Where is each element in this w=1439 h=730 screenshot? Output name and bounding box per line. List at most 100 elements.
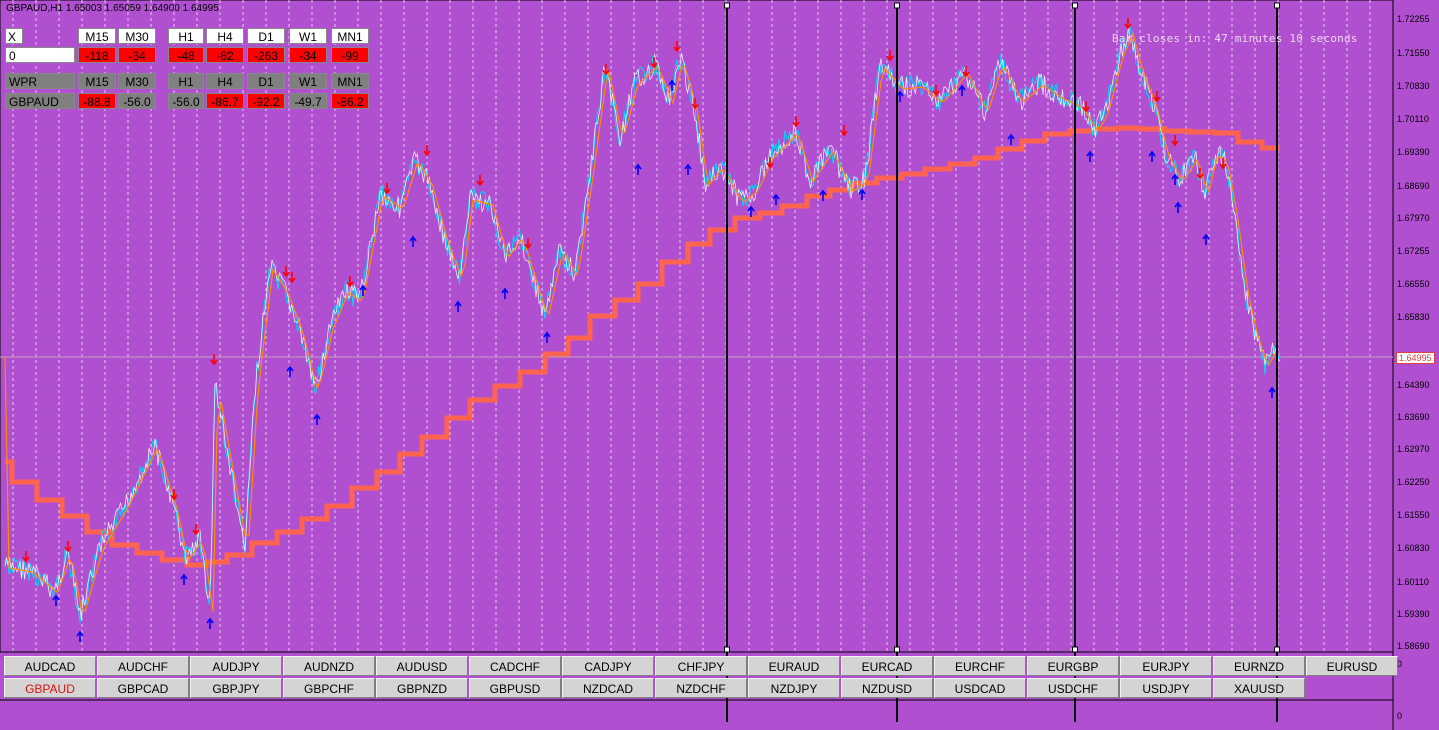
- panel1-corner[interactable]: X: [5, 28, 23, 44]
- sell-arrow-icon: [932, 85, 940, 97]
- panel1-value-w1: -34: [289, 47, 327, 63]
- panel1-header-h1[interactable]: H1: [168, 28, 204, 44]
- sell-arrow-icon: [840, 125, 848, 137]
- symbol-button-usdjpy[interactable]: USDJPY: [1120, 678, 1212, 698]
- panel1-header-m15[interactable]: M15: [78, 28, 116, 44]
- symbol-button-gbpcad[interactable]: GBPCAD: [97, 678, 189, 698]
- symbol-button-eurusd[interactable]: EURUSD: [1306, 656, 1398, 676]
- buy-arrow-icon: [501, 287, 509, 299]
- symbol-button-gbpusd[interactable]: GBPUSD: [469, 678, 561, 698]
- sell-arrow-icon: [22, 551, 30, 563]
- panel1-header-w1[interactable]: W1: [289, 28, 327, 44]
- vertical-marker-handle: [1274, 2, 1280, 9]
- symbol-button-nzdcad[interactable]: NZDCAD: [562, 678, 654, 698]
- price-axis-label: 1.58690: [1397, 641, 1430, 651]
- symbol-button-nzdjpy[interactable]: NZDJPY: [748, 678, 840, 698]
- buy-arrow-icon: [454, 300, 462, 312]
- panel2-header-h1: H1: [168, 73, 204, 89]
- price-axis-label: 1.67970: [1397, 213, 1430, 223]
- symbol-button-audcad[interactable]: AUDCAD: [4, 656, 96, 676]
- sell-arrow-icon: [383, 183, 391, 195]
- sell-arrow-icon: [673, 41, 681, 53]
- buy-arrow-icon: [180, 573, 188, 585]
- symbol-button-eurcad[interactable]: EURCAD: [841, 656, 933, 676]
- buy-arrow-icon: [634, 163, 642, 175]
- symbol-button-gbpnzd[interactable]: GBPNZD: [376, 678, 468, 698]
- panel2-value-m30: -56.0: [118, 93, 156, 109]
- price-axis-label: 1.70110: [1397, 114, 1429, 124]
- symbol-button-eurgbp[interactable]: EURGBP: [1027, 656, 1119, 676]
- price-axis-label: 1.68690: [1397, 181, 1430, 191]
- panel2-value-h4: -86.7: [206, 93, 244, 109]
- symbol-button-euraud[interactable]: EURAUD: [748, 656, 840, 676]
- buy-arrow-icon: [1174, 201, 1182, 213]
- symbol-button-eurjpy[interactable]: EURJPY: [1120, 656, 1212, 676]
- vertical-marker-handle: [1072, 646, 1078, 653]
- current-price-label: 1.64995: [1396, 352, 1435, 364]
- panel1-header-h4[interactable]: H4: [206, 28, 244, 44]
- panel1-header-mn1[interactable]: MN1: [331, 28, 369, 44]
- symbol-button-usdcad[interactable]: USDCAD: [934, 678, 1026, 698]
- buy-arrow-icon: [1086, 150, 1094, 162]
- panel2-header-h4: H4: [206, 73, 244, 89]
- buy-arrow-icon: [772, 193, 780, 205]
- sell-arrow-icon: [423, 145, 431, 157]
- buy-arrow-icon: [286, 365, 294, 377]
- buy-arrow-icon: [1148, 150, 1156, 162]
- panel2-value-m15: -88.8: [78, 93, 116, 109]
- panel1-value-h4: -82: [206, 47, 244, 63]
- panel2-header-w1: W1: [289, 73, 327, 89]
- buy-arrow-icon: [206, 617, 214, 629]
- sell-arrow-icon: [792, 116, 800, 128]
- price-axis-label: 1.63690: [1397, 412, 1430, 422]
- symbol-button-chfjpy[interactable]: CHFJPY: [655, 656, 747, 676]
- symbol-button-nzdusd[interactable]: NZDUSD: [841, 678, 933, 698]
- indicator-tick-bottom: 0: [1397, 711, 1403, 721]
- buy-arrow-icon: [52, 594, 60, 606]
- panel1-header-d1[interactable]: D1: [247, 28, 285, 44]
- vertical-marker-handle: [1274, 646, 1280, 653]
- price-axis-label: 1.59390: [1397, 609, 1430, 619]
- sell-arrow-icon: [476, 175, 484, 187]
- sell-arrow-icon: [346, 276, 354, 288]
- symbol-button-gbpchf[interactable]: GBPCHF: [283, 678, 375, 698]
- sell-arrow-icon: [1153, 91, 1161, 103]
- symbol-button-eurchf[interactable]: EURCHF: [934, 656, 1026, 676]
- symbol-button-audnzd[interactable]: AUDNZD: [283, 656, 375, 676]
- panel1-value-m30: -34: [118, 47, 156, 63]
- symbol-button-cadjpy[interactable]: CADJPY: [562, 656, 654, 676]
- symbol-button-xauusd[interactable]: XAUUSD: [1213, 678, 1305, 698]
- panel2-corner: WPR: [5, 73, 75, 89]
- sell-arrow-icon: [886, 50, 894, 62]
- buy-arrow-icon: [313, 413, 321, 425]
- symbol-button-nzdchf[interactable]: NZDCHF: [655, 678, 747, 698]
- vertical-marker-handle: [1072, 2, 1078, 9]
- symbol-button-audchf[interactable]: AUDCHF: [97, 656, 189, 676]
- symbol-button-usdchf[interactable]: USDCHF: [1027, 678, 1119, 698]
- symbol-button-cadchf[interactable]: CADCHF: [469, 656, 561, 676]
- sell-arrow-icon: [64, 541, 72, 553]
- panel2-symbol: GBPAUD: [5, 93, 75, 109]
- panel1-value: 0: [5, 47, 75, 63]
- price-axis-label: 1.67255: [1397, 246, 1430, 256]
- panel1-value-d1: -263: [247, 47, 285, 63]
- panel2-header-m15: M15: [78, 73, 116, 89]
- moving-average: [5, 125, 1280, 568]
- symbol-button-audusd[interactable]: AUDUSD: [376, 656, 468, 676]
- symbol-button-audjpy[interactable]: AUDJPY: [190, 656, 282, 676]
- price-axis-label: 1.61550: [1397, 510, 1430, 520]
- panel2-header-d1: D1: [247, 73, 285, 89]
- sell-arrow-icon: [288, 272, 296, 284]
- panel1-header-m30[interactable]: M30: [118, 28, 156, 44]
- sell-arrow-icon: [282, 266, 290, 278]
- buy-arrow-icon: [958, 84, 966, 96]
- symbol-button-gbpaud[interactable]: GBPAUD: [4, 678, 96, 698]
- price-axis-label: 1.69390: [1397, 147, 1430, 157]
- window-title: GBPAUD,H1 1.65003 1.65059 1.64900 1.6499…: [6, 3, 219, 14]
- buy-arrow-icon: [1007, 133, 1015, 145]
- symbol-button-eurnzd[interactable]: EURNZD: [1213, 656, 1305, 676]
- panel1-value-mn1: -99: [331, 47, 369, 63]
- buy-arrow-icon: [1268, 386, 1276, 398]
- price-axis-label: 1.66550: [1397, 279, 1430, 289]
- symbol-button-gbpjpy[interactable]: GBPJPY: [190, 678, 282, 698]
